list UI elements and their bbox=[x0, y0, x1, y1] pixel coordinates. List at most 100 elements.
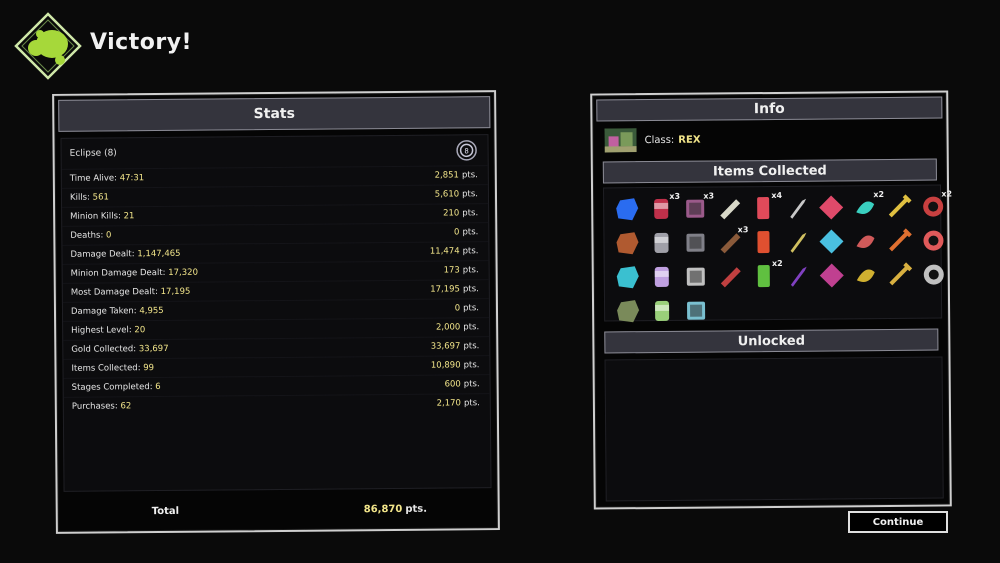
stat-value: 4,955 bbox=[139, 305, 164, 317]
tri-tip-dagger-icon[interactable] bbox=[780, 225, 814, 259]
steak-icon[interactable] bbox=[848, 224, 882, 258]
tome-icon[interactable]: x3 bbox=[678, 191, 714, 226]
hammer-icon[interactable] bbox=[611, 294, 645, 328]
chain-link-icon-image bbox=[687, 301, 706, 320]
items-collected-grid: x3 x3 x4 x2 x2 x3 x2 bbox=[603, 184, 952, 323]
stat-label: Gold Collected: bbox=[71, 344, 137, 355]
difficulty-label: Eclipse (8) bbox=[69, 148, 117, 159]
blue-crystal-icon[interactable] bbox=[610, 192, 644, 226]
necklace-icon[interactable] bbox=[917, 257, 951, 291]
stat-points-suffix: pts. bbox=[462, 208, 479, 219]
spinner-icon[interactable] bbox=[746, 225, 780, 259]
stat-value: 561 bbox=[92, 192, 109, 203]
stat-label: Damage Dealt: bbox=[70, 249, 135, 260]
stat-label-wrap: Time Alive: 47:31 bbox=[70, 173, 144, 184]
stat-points-value: 210 bbox=[443, 208, 460, 219]
soda-can-icon[interactable]: x3 bbox=[644, 192, 680, 226]
teddy-bear-icon[interactable]: x3 bbox=[712, 225, 748, 259]
bandage-icon[interactable] bbox=[712, 191, 746, 225]
chain-icon[interactable] bbox=[916, 223, 950, 257]
leaf-icon[interactable] bbox=[713, 259, 747, 293]
stat-points: 5,610 pts. bbox=[435, 189, 478, 199]
stat-points-suffix: pts. bbox=[463, 341, 480, 352]
stat-label-wrap: Damage Dealt: 1,147,465 bbox=[70, 249, 180, 260]
stat-points-value: 173 bbox=[443, 265, 460, 276]
vial-icon[interactable] bbox=[645, 260, 679, 294]
stat-label-wrap: Items Collected: 99 bbox=[71, 363, 154, 374]
stat-points-value: 33,697 bbox=[430, 341, 461, 352]
red-crystal-icon[interactable] bbox=[814, 190, 848, 224]
hook-icon[interactable]: x2 bbox=[848, 190, 884, 224]
unlocked-list bbox=[604, 356, 944, 502]
info-panel: Info Class: REX Items Collected x3 x3 x4 x2… bbox=[590, 90, 952, 510]
claw-icon[interactable] bbox=[610, 226, 644, 260]
stat-points: 10,890 pts. bbox=[431, 360, 480, 370]
bandage-icon-image bbox=[720, 199, 741, 220]
stat-points-suffix: pts. bbox=[461, 170, 478, 181]
stat-points: 0 pts. bbox=[454, 227, 478, 237]
void-egg-icon[interactable] bbox=[781, 259, 815, 293]
jar-icon[interactable] bbox=[645, 294, 679, 328]
stat-points-value: 0 bbox=[453, 227, 460, 238]
stat-value: 17,320 bbox=[168, 267, 199, 278]
stat-points-value: 0 bbox=[454, 303, 461, 314]
stat-label-wrap: Damage Taken: 4,955 bbox=[71, 306, 164, 317]
golden-egg-icon-image bbox=[856, 269, 875, 282]
stat-points-suffix: pts. bbox=[463, 322, 480, 333]
stat-row: Purchases: 62 2,170 pts. bbox=[63, 393, 490, 416]
stat-points-suffix: pts. bbox=[462, 284, 479, 295]
golden-egg-icon[interactable] bbox=[849, 258, 883, 292]
chain-link-icon[interactable] bbox=[679, 294, 713, 328]
stat-label-wrap: Stages Completed: 6 bbox=[72, 382, 161, 393]
stat-points: 33,697 pts. bbox=[431, 341, 480, 351]
battery-icon[interactable] bbox=[679, 260, 713, 294]
stat-points: 600 pts. bbox=[445, 379, 480, 389]
battery-icon-image bbox=[686, 267, 705, 286]
stat-label: Purchases: bbox=[71, 401, 118, 412]
stat-points-suffix: pts. bbox=[463, 398, 480, 409]
spinner-icon-image bbox=[757, 231, 770, 254]
eclipse-difficulty-icon: 8 bbox=[456, 140, 477, 161]
stat-points-suffix: pts. bbox=[463, 303, 480, 314]
syringe-icon[interactable] bbox=[882, 190, 916, 224]
boot-icon[interactable] bbox=[678, 226, 712, 260]
stat-points-value: 10,890 bbox=[430, 360, 461, 371]
hammer-icon-image bbox=[617, 300, 640, 323]
armor-plate-icon[interactable] bbox=[644, 226, 678, 260]
total-points: 86,870 pts. bbox=[364, 503, 427, 515]
total-row: Total 86,870 pts. bbox=[64, 494, 492, 526]
stat-value: 6 bbox=[155, 382, 161, 393]
stat-value: 21 bbox=[123, 211, 135, 222]
victory-logo-icon bbox=[14, 12, 82, 80]
stat-label-wrap: Gold Collected: 33,697 bbox=[71, 344, 168, 355]
stat-label: Deaths: bbox=[70, 230, 104, 241]
stat-value: 33,697 bbox=[138, 343, 169, 355]
syringe-icon-image bbox=[888, 194, 912, 218]
stat-label: Kills: bbox=[69, 192, 90, 203]
fire-box-icon[interactable]: x2 bbox=[747, 259, 783, 293]
boot-icon-image bbox=[686, 233, 705, 252]
chain-icon-image bbox=[923, 230, 944, 251]
crowbar-icon[interactable] bbox=[780, 191, 814, 225]
gold-shield-icon-image bbox=[889, 262, 913, 286]
brain-icon[interactable] bbox=[815, 258, 849, 292]
stat-points-suffix: pts. bbox=[462, 189, 479, 200]
stat-points-suffix: pts. bbox=[462, 227, 479, 238]
glasses-icon[interactable]: x2 bbox=[916, 189, 952, 223]
stat-points-suffix: pts. bbox=[462, 246, 479, 257]
leaf-icon-image bbox=[720, 267, 741, 288]
stat-label-wrap: Minion Kills: 21 bbox=[70, 211, 134, 222]
energy-drink-icon[interactable]: x4 bbox=[746, 191, 782, 225]
horn-icon[interactable] bbox=[611, 260, 645, 294]
continue-button[interactable]: Continue bbox=[848, 511, 948, 533]
stat-label: Damage Taken: bbox=[70, 306, 137, 317]
rocket-icon[interactable] bbox=[882, 224, 916, 258]
stat-value: 20 bbox=[134, 325, 146, 336]
stat-points: 173 pts. bbox=[444, 265, 479, 275]
stat-value: 47:31 bbox=[119, 173, 145, 184]
bug-icon[interactable] bbox=[814, 224, 848, 258]
void-egg-icon-image bbox=[790, 266, 807, 287]
gold-shield-icon[interactable] bbox=[883, 258, 917, 292]
necklace-icon-image bbox=[923, 264, 944, 285]
stat-points-value: 17,195 bbox=[430, 284, 460, 295]
